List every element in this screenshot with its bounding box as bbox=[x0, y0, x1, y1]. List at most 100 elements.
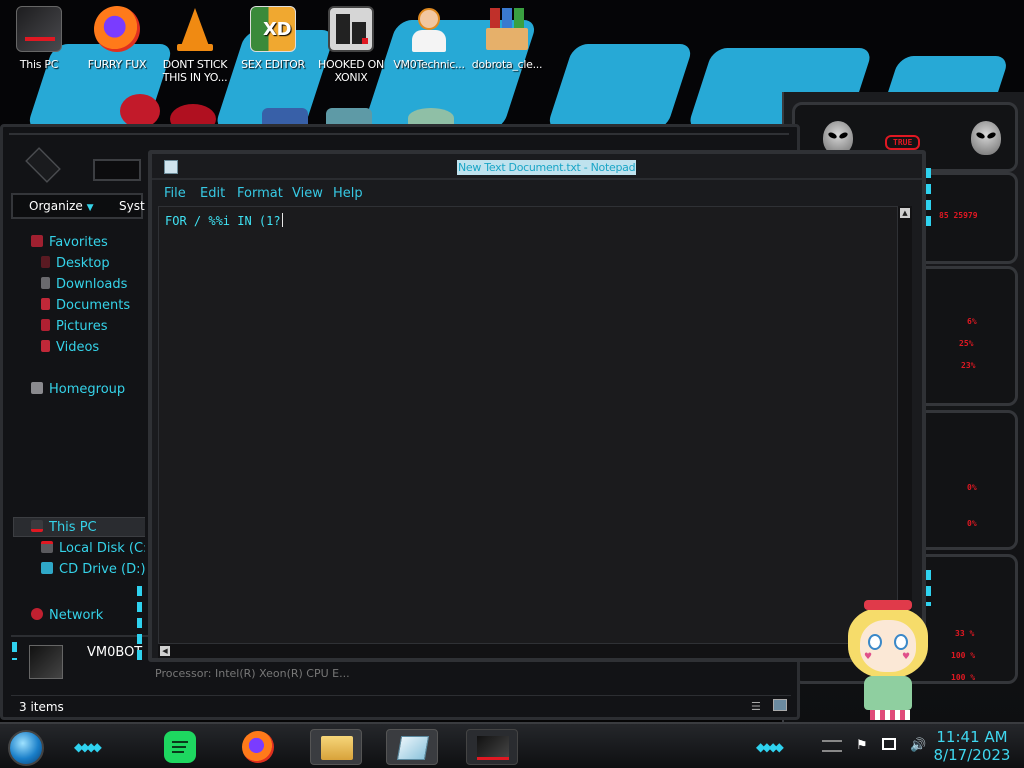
command-bar: Organize ▼ Syst bbox=[11, 193, 145, 219]
notepad-text-area[interactable]: FOR / %%i IN (1? bbox=[158, 206, 898, 644]
status-bar: 3 items ☰ bbox=[11, 695, 791, 717]
gadget-value: 100 % bbox=[951, 651, 976, 660]
notepad-window[interactable]: New Text Document.txt - Notepad File Edi… bbox=[148, 150, 926, 662]
technician-icon bbox=[406, 6, 452, 52]
nav-item-desktop[interactable]: Desktop bbox=[41, 256, 110, 271]
chevron-down-icon: ▼ bbox=[86, 203, 94, 213]
nav-item-favorites[interactable]: Favorites bbox=[31, 235, 108, 250]
desktop-icon-dobrota[interactable]: dobrota_cle... bbox=[468, 6, 546, 71]
taskbar-file-explorer[interactable] bbox=[310, 729, 362, 765]
start-button[interactable] bbox=[8, 730, 44, 766]
large-icons-view-icon[interactable] bbox=[773, 699, 787, 711]
gadget-value: 25% bbox=[959, 339, 974, 348]
taskbar: ◆◆◆◆ ◆◆◆◆ ⚑ 🔊 11:41 AM 8/17/2023 bbox=[0, 722, 1024, 768]
menu-format[interactable]: Format bbox=[237, 186, 283, 201]
wallpaper-stroke bbox=[546, 44, 694, 130]
organize-button[interactable]: Organize ▼ bbox=[29, 199, 94, 213]
menu-file[interactable]: File bbox=[164, 186, 186, 201]
downloads-icon bbox=[41, 277, 50, 289]
navigation-pane: Favorites Desktop Downloads Documents Pi… bbox=[11, 223, 145, 703]
taskbar-spotify[interactable] bbox=[160, 729, 200, 765]
notepad-icon bbox=[396, 736, 430, 760]
vertical-scrollbar[interactable]: ▲ bbox=[898, 206, 912, 644]
nav-item-this-pc[interactable]: This PC bbox=[31, 520, 97, 535]
network-icon bbox=[31, 608, 43, 620]
frame-accent bbox=[137, 586, 142, 666]
back-button[interactable] bbox=[25, 147, 61, 183]
gadget-value: 6% bbox=[967, 317, 977, 326]
firefox-icon bbox=[94, 6, 140, 52]
gadget-value: 0% bbox=[967, 519, 977, 528]
horizontal-scrollbar[interactable]: ◀ bbox=[158, 644, 898, 658]
taskbar-computer[interactable] bbox=[466, 729, 518, 765]
desktop-icon-label: VM0Technic... bbox=[393, 58, 465, 71]
nav-item-label: Pictures bbox=[56, 319, 108, 334]
taskbar-decoration: ◆◆◆◆ bbox=[74, 740, 102, 754]
address-bar[interactable] bbox=[93, 159, 141, 181]
taskbar-clock[interactable]: 11:41 AM 8/17/2023 bbox=[930, 728, 1014, 764]
desktop-icon-label: HOOKED ON XONIX bbox=[318, 58, 384, 84]
videos-icon bbox=[41, 340, 50, 352]
processor-info: Processor: Intel(R) Xeon(R) CPU E... bbox=[155, 667, 350, 680]
system-tray: ⚑ 🔊 bbox=[856, 738, 926, 753]
system-properties-button[interactable]: Syst bbox=[119, 199, 145, 213]
details-view-icon[interactable]: ☰ bbox=[751, 700, 761, 713]
nav-item-label: Videos bbox=[56, 340, 100, 355]
desktop-icon-this-pc[interactable]: This PC bbox=[0, 6, 78, 71]
nav-item-cd-drive[interactable]: CD Drive (D:) I bbox=[41, 562, 145, 577]
spotify-icon bbox=[164, 731, 196, 763]
clock-time: 11:41 AM bbox=[936, 728, 1008, 746]
organize-label: Organize bbox=[29, 199, 83, 213]
desktop-icon-hooked-on-xonix[interactable]: HOOKED ON XONIX bbox=[312, 6, 390, 84]
taskbar-decoration: ◆◆◆◆ bbox=[756, 740, 784, 754]
menu-edit[interactable]: Edit bbox=[200, 186, 225, 201]
flag-icon[interactable]: ⚑ bbox=[856, 738, 868, 753]
menu-help[interactable]: Help bbox=[333, 186, 363, 201]
desktop-icon-label: DONT STICK THIS IN YO... bbox=[162, 58, 228, 84]
alien-icon bbox=[971, 121, 1001, 155]
desktop-icon-label: This PC bbox=[19, 58, 59, 71]
computer-name: VM0BOT bbox=[87, 645, 143, 660]
nav-item-local-disk[interactable]: Local Disk (C: bbox=[41, 541, 145, 556]
nav-item-label: Local Disk (C: bbox=[59, 541, 145, 556]
notepad-title-bar[interactable]: New Text Document.txt - Notepad bbox=[152, 154, 922, 180]
favorites-icon bbox=[31, 235, 43, 247]
nav-item-label: Homegroup bbox=[49, 382, 126, 397]
desktop-icon-label: FURRY FUX bbox=[87, 58, 147, 71]
gadget-title: TRUE bbox=[885, 135, 921, 150]
taskbar-firefox[interactable] bbox=[236, 729, 280, 765]
this-pc-icon bbox=[31, 520, 43, 532]
menu-view[interactable]: View bbox=[292, 186, 323, 201]
nav-item-label: Desktop bbox=[56, 256, 110, 271]
nav-item-network[interactable]: Network bbox=[31, 608, 103, 623]
xonix-game-icon bbox=[328, 6, 374, 52]
desktop-icon-dont-stick[interactable]: DONT STICK THIS IN YO... bbox=[156, 6, 234, 84]
scroll-up-icon[interactable]: ▲ bbox=[900, 208, 910, 218]
show-hidden-icons-icon[interactable] bbox=[822, 740, 842, 752]
item-count: 3 items bbox=[19, 700, 64, 714]
notepad-icon bbox=[164, 160, 178, 174]
desktop-icon-vm0technic[interactable]: VM0Technic... bbox=[390, 6, 468, 71]
clock-date: 8/17/2023 bbox=[933, 746, 1011, 764]
pictures-icon bbox=[41, 319, 50, 331]
notepad-menu-bar: File Edit Format View Help bbox=[156, 184, 918, 204]
nav-item-documents[interactable]: Documents bbox=[41, 298, 130, 313]
scroll-left-icon[interactable]: ◀ bbox=[160, 646, 170, 656]
star-character-gadget: ♥ ♥ bbox=[838, 600, 938, 724]
nav-item-pictures[interactable]: Pictures bbox=[41, 319, 107, 334]
network-tray-icon[interactable] bbox=[881, 738, 896, 750]
nav-item-videos[interactable]: Videos bbox=[41, 340, 99, 355]
taskbar-notepad[interactable] bbox=[386, 729, 438, 765]
local-disk-icon bbox=[41, 541, 53, 553]
gadget-value: 100 % bbox=[951, 673, 976, 682]
nav-item-downloads[interactable]: Downloads bbox=[41, 277, 127, 292]
desktop-icon-furry-fux[interactable]: FURRY FUX bbox=[78, 6, 156, 71]
desktop-icon-sex-editor[interactable]: XD SEX EDITOR bbox=[234, 6, 312, 71]
explorer-title-bar[interactable] bbox=[9, 133, 789, 145]
nav-item-homegroup[interactable]: Homegroup bbox=[31, 382, 125, 397]
nav-item-label: This PC bbox=[49, 520, 97, 535]
homegroup-icon bbox=[31, 382, 43, 394]
desktop-icon-label: dobrota_cle... bbox=[471, 58, 543, 71]
nav-item-label: Network bbox=[49, 608, 104, 623]
volume-icon[interactable]: 🔊 bbox=[910, 738, 926, 753]
